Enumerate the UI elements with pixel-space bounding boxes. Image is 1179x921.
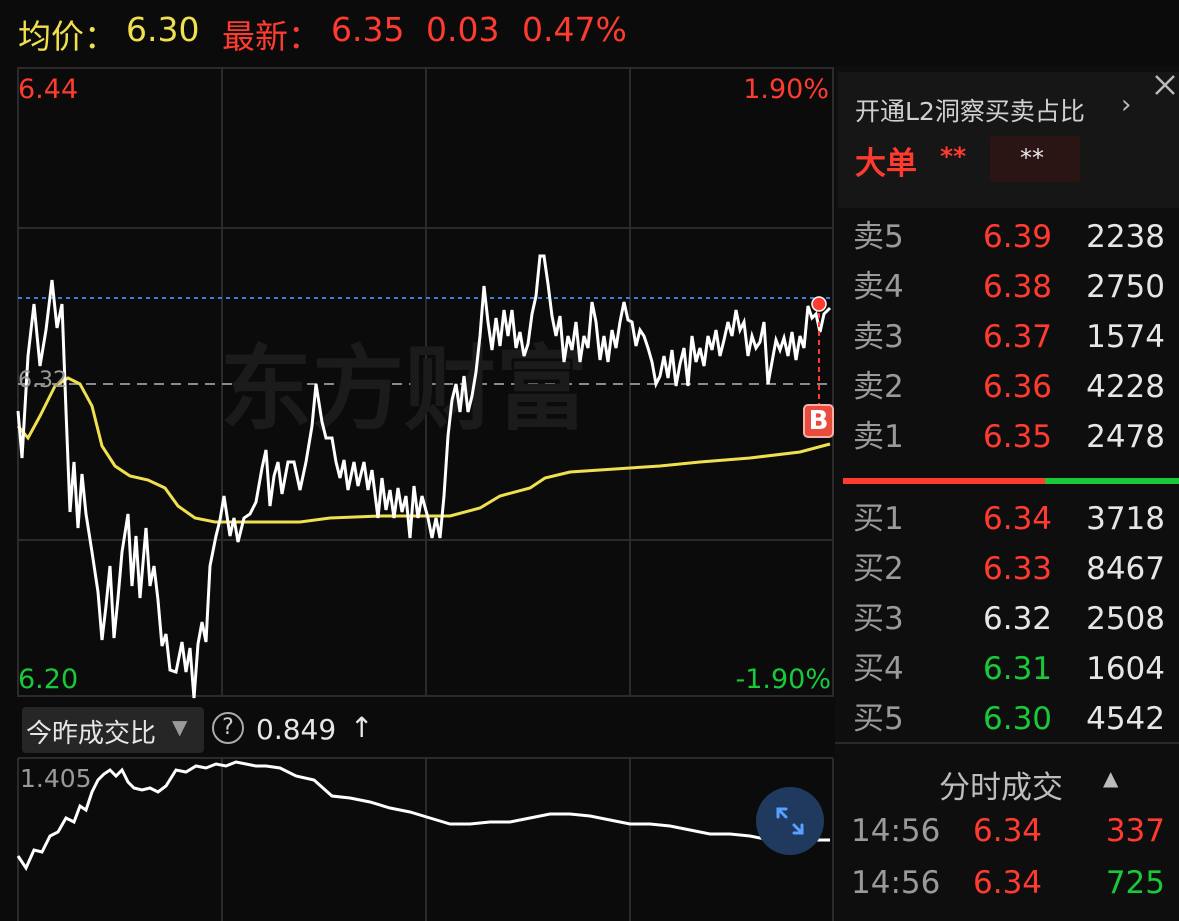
bid-row[interactable]: 买4 6.31 1604 [835,644,1179,694]
volume-ratio-line [16,760,830,872]
price-change-pct: 0.47% [522,10,627,49]
ratio-selector-dropdown[interactable]: 今昨成交比 ▼ [22,707,204,753]
bid-row[interactable]: 买2 6.33 8467 [835,544,1179,594]
y-axis-max: 6.44 [18,74,79,105]
pct-axis-min: -1.90% [735,664,831,695]
bid-label: 买1 [853,501,904,537]
bid-price: 6.31 [983,651,1053,687]
tick-volume: 337 [1105,813,1165,849]
ask-qty: 2478 [1086,419,1165,455]
divider [835,742,1179,744]
intraday-chart[interactable]: 东方财富 6.44 1.90% 6.32 6.20 -1.90% B [0,66,835,700]
y-axis-mid: 6.32 [18,368,67,393]
pct-axis-max: 1.90% [743,74,829,105]
buy-marker-badge[interactable]: B [803,404,834,438]
volume-ratio-value: 0.849 [256,713,337,746]
ask-label: 卖2 [853,369,904,405]
bid-list: 买1 6.34 3718 买2 6.33 8467 买3 6.32 2508 买… [835,494,1179,744]
ask-qty: 2238 [1086,219,1165,255]
avg-price-label: 均价： [18,17,117,56]
bid-row[interactable]: 买3 6.32 2508 [835,594,1179,644]
bid-price: 6.34 [983,501,1053,537]
y-axis-min: 6.20 [18,664,79,695]
buy-sell-ratio-bar-buy [1045,478,1179,484]
masked-value: ** [1020,144,1044,172]
bid-qty: 1604 [1086,651,1165,687]
ask-price: 6.39 [983,219,1053,255]
tick-trades-panel[interactable]: 分时成交 ▲ 14:56 6.34 337 14:56 6.34 725 [835,748,1179,921]
ask-row[interactable]: 卖2 6.36 4228 [835,362,1179,412]
avg-price-value: 6.30 [126,10,200,49]
intraday-chart-svg: 东方财富 [16,67,834,699]
big-order-label: 大单 [855,146,917,182]
ask-qty: 1574 [1086,319,1165,355]
bid-label: 买4 [853,651,904,687]
ask-row[interactable]: 卖4 6.38 2750 [835,262,1179,312]
buy-sell-ratio-bar-sell [843,478,1045,484]
tick-price: 6.34 [973,813,1043,849]
ask-price: 6.38 [983,269,1053,305]
current-point-dot [811,296,827,312]
bid-qty: 3718 [1086,501,1165,537]
bid-qty: 2508 [1086,601,1165,637]
tick-row: 14:56 6.34 337 [835,806,1179,856]
quote-header: 均价： 6.30 最新： 6.35 0.03 0.47% [0,0,1179,66]
big-order-value: ** [940,142,967,171]
latest-price-label: 最新： [222,17,321,56]
tick-time: 14:56 [851,865,941,901]
ask-price: 6.36 [983,369,1053,405]
ask-label: 卖4 [853,269,904,305]
watermark-text: 东方财富 [220,336,588,443]
collapse-up-icon[interactable]: ▲ [1103,766,1118,790]
bid-qty: 8467 [1086,551,1165,587]
close-icon[interactable] [1150,70,1179,99]
bid-label: 买5 [853,701,904,737]
tick-price: 6.34 [973,865,1043,901]
ask-label: 卖5 [853,219,904,255]
ask-row[interactable]: 卖5 6.39 2238 [835,212,1179,262]
expand-icon [776,807,804,835]
trend-up-arrow-icon: ↑ [350,711,374,744]
bid-label: 买2 [853,551,904,587]
ratio-selector-label: 今昨成交比 [26,719,157,749]
tick-time: 14:56 [851,813,941,849]
ask-label: 卖1 [853,419,904,455]
ask-row[interactable]: 卖1 6.35 2478 [835,412,1179,462]
tick-volume: 725 [1105,865,1165,901]
tick-trades-title: 分时成交 [939,770,1063,806]
bid-row[interactable]: 买1 6.34 3718 [835,494,1179,544]
l2-title: 开通L2洞察买卖占比 [855,97,1085,126]
l2-chevron-right-icon: › [1121,90,1132,120]
ask-label: 卖3 [853,319,904,355]
ask-qty: 2750 [1086,269,1165,305]
latest-price-value: 6.35 [331,10,405,49]
masked-value-box: ** [990,136,1080,182]
bid-price: 6.30 [983,701,1053,737]
bid-row[interactable]: 买5 6.30 4542 [835,694,1179,744]
ask-qty: 4228 [1086,369,1165,405]
dropdown-caret-icon: ▼ [172,715,188,739]
bid-label: 买3 [853,601,904,637]
bid-qty: 4542 [1086,701,1165,737]
volume-scale-label: 1.405 [20,764,92,793]
bid-price: 6.32 [983,601,1053,637]
ask-price: 6.37 [983,319,1053,355]
price-change: 0.03 [426,10,500,49]
ask-price: 6.35 [983,419,1053,455]
tick-row: 14:56 6.34 725 [835,858,1179,908]
help-icon[interactable]: ? [212,712,244,744]
expand-chart-button[interactable] [756,787,824,855]
bid-price: 6.33 [983,551,1053,587]
ask-list: 卖5 6.39 2238 卖4 6.38 2750 卖3 6.37 1574 卖… [835,212,1179,462]
ask-row[interactable]: 卖3 6.37 1574 [835,312,1179,362]
